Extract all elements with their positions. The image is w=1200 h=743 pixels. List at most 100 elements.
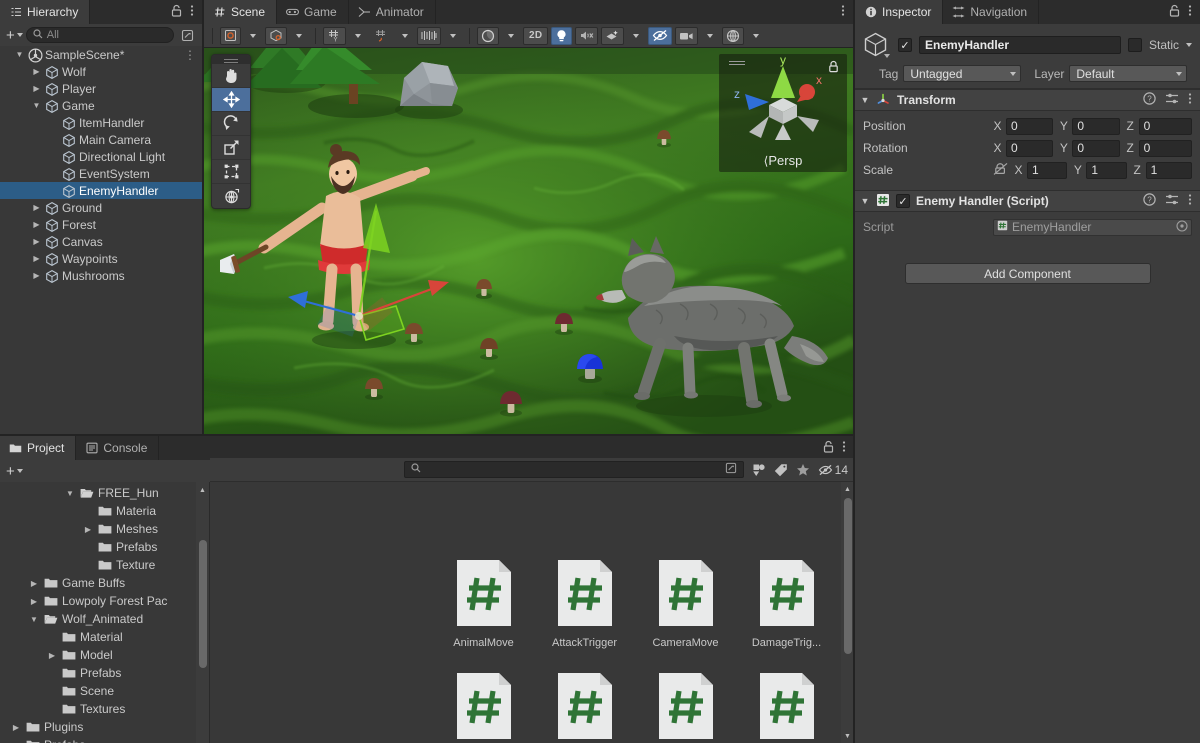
- hierarchy-item-ground[interactable]: ▶ Ground: [0, 199, 202, 216]
- tab-scene[interactable]: Scene: [204, 0, 278, 24]
- preset-icon[interactable]: [1165, 92, 1179, 108]
- hierarchy-item-main-camera[interactable]: Main Camera: [0, 131, 202, 148]
- hierarchy-item-game[interactable]: ▼ Game: [0, 97, 202, 114]
- hierarchy-item-canvas[interactable]: ▶ Canvas: [0, 233, 202, 250]
- foldout-arrow-right-icon[interactable]: ▶: [82, 525, 94, 534]
- project-menu-icon[interactable]: [842, 440, 846, 456]
- pivot-mode-dropdown[interactable]: [244, 27, 262, 45]
- lock-icon[interactable]: [1169, 4, 1180, 20]
- gizmos-toggle-button[interactable]: [722, 26, 745, 45]
- handle-space-button[interactable]: [265, 26, 287, 45]
- hierarchy-item-wolf[interactable]: ▶ Wolf: [0, 63, 202, 80]
- scene-orientation-gizmo[interactable]: y x z ⟨Persp: [719, 53, 847, 172]
- project-create-button[interactable]: +: [4, 464, 23, 479]
- project-folder-wolf-animated[interactable]: ▼ Wolf_Animated: [0, 610, 209, 628]
- foldout-arrow-right-icon[interactable]: ▶: [28, 597, 40, 606]
- hierarchy-item-forest[interactable]: ▶ Forest: [0, 216, 202, 233]
- hierarchy-item-eventsystem[interactable]: EventSystem: [0, 165, 202, 182]
- toggle-lighting-button[interactable]: [551, 26, 573, 45]
- foldout-arrow-right-icon[interactable]: ▶: [31, 203, 42, 212]
- project-folder-meshes[interactable]: ▶ Meshes: [0, 520, 209, 538]
- lock-icon[interactable]: [823, 440, 834, 456]
- gizmo-lock-icon[interactable]: [828, 60, 839, 76]
- gameobject-name-field[interactable]: EnemyHandler: [919, 36, 1121, 54]
- tab-hierarchy[interactable]: Hierarchy: [0, 0, 91, 24]
- tab-navigation[interactable]: Navigation: [943, 0, 1040, 24]
- create-gameobject-button[interactable]: +: [4, 28, 23, 43]
- script-component-header[interactable]: ▼ ✓ Enemy Handler (Script) ?: [855, 190, 1200, 212]
- project-folder-game-buffs[interactable]: ▶ Game Buffs: [0, 574, 209, 592]
- script-object-field[interactable]: EnemyHandler: [993, 218, 1192, 236]
- scene-viewport[interactable]: y x z ⟨Persp: [204, 48, 853, 434]
- transform-component-header[interactable]: ▼ Transform ?: [855, 89, 1200, 111]
- hierarchy-tree[interactable]: ▼ SampleScene* ⋮ ▶ Wolf ▶ Player ▼ Game ItemHandl…: [0, 46, 202, 458]
- static-checkbox[interactable]: [1127, 38, 1142, 52]
- shading-mode-dropdown[interactable]: [502, 27, 520, 45]
- project-folder-model[interactable]: ▶ Model: [0, 646, 209, 664]
- grid-visibility-dropdown[interactable]: [444, 27, 462, 45]
- grid-visibility-button[interactable]: [417, 26, 441, 45]
- project-folder-texture[interactable]: Texture: [0, 556, 209, 574]
- asset-item[interactable]: AttackTrigger: [534, 558, 635, 671]
- foldout-arrow-right-icon[interactable]: ▶: [31, 67, 42, 76]
- gizmo-perspective-label[interactable]: ⟨Persp: [719, 153, 847, 168]
- snap-increment-dropdown[interactable]: [396, 27, 414, 45]
- project-folder-prefabs[interactable]: Prefabs: [0, 664, 209, 682]
- transform-rotation-y[interactable]: Y0: [1059, 139, 1125, 157]
- inspector-menu-icon[interactable]: [1188, 4, 1192, 20]
- toggle-hidden-objects-button[interactable]: [648, 26, 673, 45]
- tab-inspector[interactable]: Inspector: [855, 0, 944, 24]
- transform-position-y[interactable]: Y0: [1059, 117, 1125, 135]
- hierarchy-search-mode-button[interactable]: [177, 26, 198, 44]
- project-folder-textures[interactable]: Textures: [0, 700, 209, 718]
- move-tool-button[interactable]: [212, 88, 250, 112]
- shading-mode-button[interactable]: [477, 26, 499, 45]
- hierarchy-item-itemhandler[interactable]: ItemHandler: [0, 114, 202, 131]
- panel-divider-vertical[interactable]: [203, 0, 204, 435]
- transform-rotation-z[interactable]: Z0: [1126, 139, 1192, 157]
- transform-scale-y[interactable]: Y1: [1073, 161, 1132, 179]
- component-menu-icon[interactable]: [1188, 193, 1192, 209]
- project-folder-lowpoly-forest-pac[interactable]: ▶ Lowpoly Forest Pac: [0, 592, 209, 610]
- foldout-arrow-down-icon[interactable]: ▼: [14, 50, 25, 59]
- tab-animator[interactable]: Animator: [349, 0, 436, 24]
- constrain-proportions-icon[interactable]: [993, 162, 1008, 178]
- static-dropdown-chevron-icon[interactable]: [1186, 43, 1192, 47]
- transform-rotation-x[interactable]: X0: [993, 139, 1059, 157]
- favorites-star-icon[interactable]: [792, 461, 814, 479]
- scene-camera-button[interactable]: [675, 26, 699, 45]
- tab-game[interactable]: Game: [277, 0, 349, 24]
- project-folder-plugins[interactable]: ▶ Plugins: [0, 718, 209, 736]
- asset-item[interactable]: DamageTrig...: [736, 558, 837, 671]
- filter-by-type-button[interactable]: [748, 461, 770, 479]
- project-folder-material[interactable]: Material: [0, 628, 209, 646]
- gizmo-drag-handle[interactable]: [729, 61, 745, 62]
- project-tree-scrollbar[interactable]: ▲: [196, 482, 209, 743]
- script-foldout-arrow-icon[interactable]: ▼: [860, 196, 870, 206]
- help-icon[interactable]: ?: [1143, 193, 1156, 209]
- project-folder-tree[interactable]: ▼ FREE_Hun Materia ▶ Meshes Prefabs Texture ▶ Ga…: [0, 482, 210, 743]
- foldout-arrow-down-icon[interactable]: ▼: [64, 489, 76, 498]
- foldout-arrow-right-icon[interactable]: ▶: [31, 84, 42, 93]
- foldout-arrow-right-icon[interactable]: ▶: [31, 254, 42, 263]
- hierarchy-item-enemyhandler[interactable]: EnemyHandler: [0, 182, 202, 199]
- project-folder-prefabs[interactable]: Prefabs: [0, 736, 209, 743]
- filter-by-label-button[interactable]: [770, 461, 792, 479]
- foldout-arrow-right-icon[interactable]: ▶: [31, 237, 42, 246]
- asset-item[interactable]: ItemHandler: [635, 671, 736, 743]
- asset-item[interactable]: CameraMove: [635, 558, 736, 671]
- scroll-up-arrow-icon[interactable]: ▲: [196, 484, 209, 496]
- hierarchy-item-directional-light[interactable]: Directional Light: [0, 148, 202, 165]
- foldout-arrow-down-icon[interactable]: ▼: [31, 101, 42, 110]
- rotate-tool-button[interactable]: [212, 112, 250, 136]
- project-folder-prefabs[interactable]: Prefabs: [0, 538, 209, 556]
- hierarchy-item-waypoints[interactable]: ▶ Waypoints: [0, 250, 202, 267]
- component-menu-icon[interactable]: [1188, 92, 1192, 108]
- object-picker-icon[interactable]: [1176, 219, 1188, 235]
- scene-context-menu-icon[interactable]: ⋮: [184, 48, 202, 62]
- toggle-fx-button[interactable]: [601, 26, 625, 45]
- toggle-fx-dropdown[interactable]: [627, 27, 645, 45]
- grid-snap-dropdown[interactable]: [349, 27, 367, 45]
- asset-item[interactable]: MegaMushr...: [736, 671, 837, 743]
- scale-tool-button[interactable]: [212, 136, 250, 160]
